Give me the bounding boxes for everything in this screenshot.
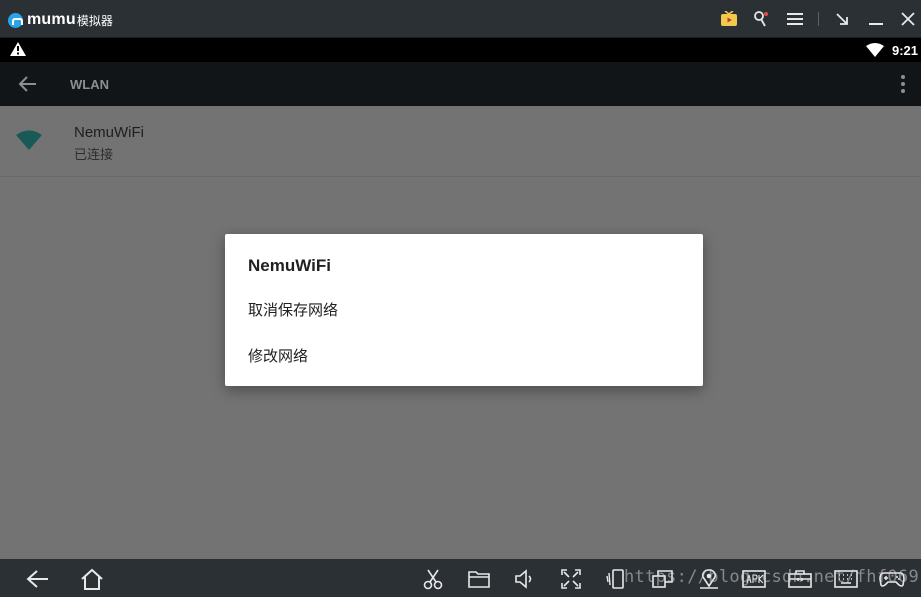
mumu-logo-icon <box>8 12 23 28</box>
wifi-icon <box>866 43 884 62</box>
title-divider <box>818 12 819 26</box>
network-name: NemuWiFi <box>74 124 144 141</box>
page-title: WLAN <box>70 77 109 92</box>
menu-icon[interactable] <box>783 8 807 30</box>
wlan-app-bar: WLAN <box>0 62 921 106</box>
cut-icon[interactable] <box>420 566 446 592</box>
modify-network-option[interactable]: 修改网络 <box>225 333 703 377</box>
wifi-signal-icon <box>16 130 42 155</box>
warning-icon <box>10 42 26 61</box>
tv-icon[interactable] <box>717 8 741 30</box>
shrink-icon[interactable] <box>830 8 854 30</box>
broom-icon[interactable] <box>749 8 773 30</box>
emulator-title-bar: mumu 模拟器 <box>0 0 921 38</box>
network-list-item[interactable]: NemuWiFi 已连接 <box>0 106 921 177</box>
watermark-text: https://blog.csdn.net/fhf069 <box>624 567 919 587</box>
folder-icon[interactable] <box>466 566 492 592</box>
dialog-title: NemuWiFi <box>248 256 331 275</box>
volume-icon[interactable] <box>512 566 538 592</box>
more-options-icon[interactable] <box>900 74 906 99</box>
fullscreen-icon[interactable] <box>558 566 584 592</box>
network-options-dialog: NemuWiFi 取消保存网络 修改网络 <box>225 234 703 386</box>
back-arrow-icon[interactable] <box>18 74 38 99</box>
forget-network-option[interactable]: 取消保存网络 <box>225 287 703 331</box>
logo-text: mumu <box>27 11 76 28</box>
logo-subtitle: 模拟器 <box>76 13 113 28</box>
network-status: 已连接 <box>74 147 114 162</box>
android-status-bar: 9:21 <box>0 38 921 62</box>
home-icon[interactable] <box>79 566 105 592</box>
mumu-logo: mumu 模拟器 <box>8 11 113 29</box>
minimize-icon[interactable] <box>864 8 888 30</box>
status-time: 9:21 <box>892 43 919 58</box>
back-icon[interactable] <box>25 566 51 592</box>
close-icon[interactable] <box>896 8 920 30</box>
